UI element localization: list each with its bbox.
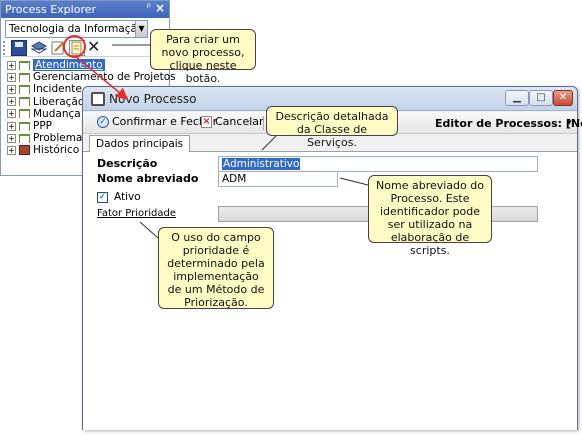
- tree-item-label: PPP: [33, 120, 52, 132]
- cancel-label: Cancelar: [215, 115, 264, 128]
- chevron-down-icon[interactable]: ▼: [135, 21, 147, 37]
- minimize-button[interactable]: ▁: [505, 90, 529, 106]
- book-icon: [19, 145, 30, 156]
- descricao-value: Administrativo: [222, 158, 301, 170]
- fator-prioridade-label: Fator Prioridade: [97, 208, 177, 219]
- nome-abreviado-field[interactable]: ADM: [218, 171, 338, 187]
- tree-item-label: Mudança: [33, 107, 81, 120]
- tree-item[interactable]: + Liberação: [7, 96, 84, 109]
- process-node-icon: [19, 109, 30, 119]
- panel-title: Process Explorer: [1, 1, 169, 18]
- callout-nome-abreviado: Nome abreviado do Processo. Este identif…: [368, 175, 492, 257]
- tree-item-label: Problema: [33, 132, 83, 145]
- tree-item[interactable]: + Problema: [7, 132, 82, 145]
- toolbar-separator: [263, 116, 264, 130]
- delete-icon[interactable]: ✕: [87, 39, 103, 56]
- tree-item-label: Gerenciamento de Projetos: [33, 71, 176, 84]
- expand-icon[interactable]: +: [7, 145, 16, 155]
- tree-item[interactable]: + Gerenciamento de Projetos: [7, 71, 176, 84]
- confirm-close-button[interactable]: ✓ Confirmar e Fechar: [97, 115, 217, 131]
- expand-icon[interactable]: +: [7, 97, 16, 107]
- save-icon[interactable]: [11, 40, 27, 56]
- process-node-icon: [19, 133, 30, 143]
- callout-new-process: Para criar um novo processo, clique nest…: [150, 29, 256, 85]
- expand-icon[interactable]: +: [7, 84, 16, 94]
- maximize-button[interactable]: □: [529, 90, 553, 106]
- expand-icon[interactable]: +: [7, 72, 16, 82]
- expand-icon[interactable]: +: [7, 121, 16, 131]
- toolbar-grip[interactable]: [3, 41, 7, 55]
- highlight-circle: [63, 35, 86, 58]
- tab-dados-principais[interactable]: Dados principais: [89, 135, 191, 153]
- close-window-button[interactable]: ✕: [553, 90, 573, 106]
- editor-title: Editor de Processos: [Novo]: [435, 117, 582, 130]
- expand-icon[interactable]: +: [7, 133, 16, 143]
- tree-item-label: Atendimento: [33, 59, 105, 71]
- cancel-button[interactable]: × Cancelar: [201, 115, 264, 131]
- tree-item[interactable]: + Atendimento: [7, 59, 105, 72]
- process-node-icon: [19, 121, 30, 131]
- window-icon: [91, 92, 105, 106]
- window-title: Novo Processo: [109, 92, 197, 106]
- descricao-label: Descrição: [97, 157, 158, 170]
- process-node-icon: [19, 72, 30, 82]
- expand-icon[interactable]: +: [7, 109, 16, 119]
- tree-item-label: Liberação: [33, 95, 85, 108]
- stack-icon[interactable]: [30, 40, 48, 56]
- callout-fator-prioridade: O uso do campo prioridade é determinado …: [158, 227, 274, 309]
- pin-icon[interactable]: ᵖ: [147, 2, 151, 13]
- ativo-label: Ativo: [114, 191, 141, 203]
- cancel-icon: ×: [201, 116, 212, 128]
- ativo-checkbox[interactable]: ✓: [97, 192, 108, 203]
- check-circle-icon: ✓: [97, 116, 109, 128]
- tree-item-label: Incidente: [33, 83, 82, 96]
- nome-abreviado-label: Nome abreviado: [97, 172, 199, 185]
- toolbar-overflow-icon[interactable]: ▾: [567, 118, 572, 128]
- tree-item[interactable]: + Mudança: [7, 108, 81, 121]
- tree-item[interactable]: + Incidente: [7, 83, 82, 96]
- process-node-icon: [19, 60, 30, 70]
- callout-descricao: Descrição detalhada da Classe de Serviço…: [266, 106, 398, 149]
- close-icon[interactable]: ×: [155, 1, 165, 15]
- expand-icon[interactable]: +: [7, 60, 16, 70]
- tree-item[interactable]: + PPP: [7, 120, 52, 133]
- process-node-icon: [19, 97, 30, 107]
- descricao-field[interactable]: Administrativo: [218, 156, 538, 172]
- explorer-toolbar: ✕: [3, 39, 169, 57]
- process-node-icon: [19, 84, 30, 94]
